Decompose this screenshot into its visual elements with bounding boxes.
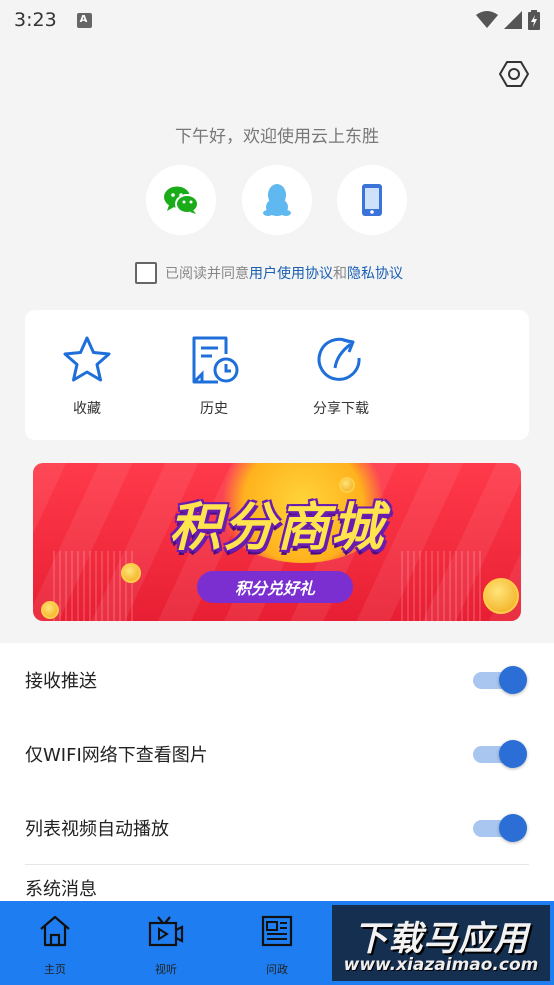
setting-push: 接收推送: [25, 643, 529, 717]
wechat-icon: [164, 186, 199, 214]
agreement-and: 和: [333, 266, 347, 282]
battery-charging-icon: [528, 10, 540, 30]
user-agreement-link[interactable]: 用户使用协议: [249, 263, 333, 283]
share-download-button[interactable]: 分享下载: [291, 332, 391, 418]
setting-autoplay-label: 列表视频自动播放: [25, 819, 169, 840]
a-icon: [76, 12, 92, 28]
login-options: [0, 165, 554, 235]
push-toggle[interactable]: [473, 666, 527, 694]
settings-button[interactable]: [498, 58, 530, 90]
star-icon: [63, 336, 111, 382]
tab-home[interactable]: 主页: [15, 915, 95, 977]
favorites-label: 收藏: [73, 401, 101, 417]
autoplay-toggle[interactable]: [473, 814, 527, 842]
status-time: 3:23: [14, 9, 57, 31]
qq-login-button[interactable]: [242, 165, 312, 235]
setting-wifi-images-label: 仅WIFI网络下查看图片: [25, 745, 208, 766]
newspaper-icon: [261, 915, 293, 947]
coin-icon: [483, 578, 519, 614]
status-bar: 3:23: [0, 0, 554, 40]
tab-home-label: 主页: [44, 963, 66, 976]
privacy-agreement-link[interactable]: 隐私协议: [347, 263, 403, 283]
status-icons: [476, 10, 540, 30]
coin-icon: [121, 563, 141, 583]
setting-wifi-images: 仅WIFI网络下查看图片: [25, 717, 529, 791]
tab-video-label: 视听: [155, 963, 177, 976]
watermark-url: www.xiazaimao.com: [343, 955, 539, 975]
banner-subtitle: 积分兑好礼: [197, 571, 353, 603]
banner-wave-left: [53, 551, 133, 621]
signal-icon: [504, 11, 522, 29]
system-messages-row[interactable]: 系统消息: [25, 875, 97, 901]
agreement-prefix: 已阅读并同意: [165, 266, 249, 282]
banner-wave-right: [401, 551, 481, 621]
history-label: 历史: [200, 401, 228, 417]
points-mall-banner[interactable]: 积分商城 积分兑好礼: [33, 463, 521, 621]
qq-icon: [263, 184, 291, 216]
watermark-title: 下载马应用: [353, 919, 529, 959]
wifi-images-toggle[interactable]: [473, 740, 527, 768]
hexagon-settings-icon: [499, 61, 529, 87]
quick-actions-card: 收藏 历史 分享下载: [25, 310, 529, 440]
phone-icon: [362, 184, 382, 216]
setting-autoplay: 列表视频自动播放: [25, 791, 529, 865]
agreement-checkbox[interactable]: [135, 262, 157, 284]
agreement-row: 已阅读并同意 用户使用协议 和 隐私协议: [135, 262, 403, 284]
tv-icon: [148, 916, 184, 947]
tab-ask-label: 问政: [266, 963, 288, 976]
setting-push-label: 接收推送: [25, 671, 97, 692]
banner-title: 积分商城: [168, 498, 385, 558]
favorites-button[interactable]: 收藏: [37, 332, 137, 418]
tab-ask[interactable]: 问政: [237, 915, 317, 977]
greeting-text: 下午好，欢迎使用云上东胜: [175, 127, 379, 147]
watermark: 下载马应用 www.xiazaimao.com: [332, 905, 550, 981]
history-icon: [192, 336, 239, 384]
home-icon: [40, 915, 70, 947]
share-download-label: 分享下载: [313, 401, 369, 417]
wechat-login-button[interactable]: [146, 165, 216, 235]
history-button[interactable]: 历史: [164, 332, 264, 418]
coin-icon: [41, 601, 59, 619]
wifi-icon: [476, 11, 498, 28]
phone-login-button[interactable]: [337, 165, 407, 235]
settings-list: 接收推送 仅WIFI网络下查看图片 列表视频自动播放 系统消息: [0, 643, 554, 903]
share-icon: [317, 337, 361, 381]
tab-video[interactable]: 视听: [126, 915, 206, 977]
divider: [25, 864, 529, 865]
